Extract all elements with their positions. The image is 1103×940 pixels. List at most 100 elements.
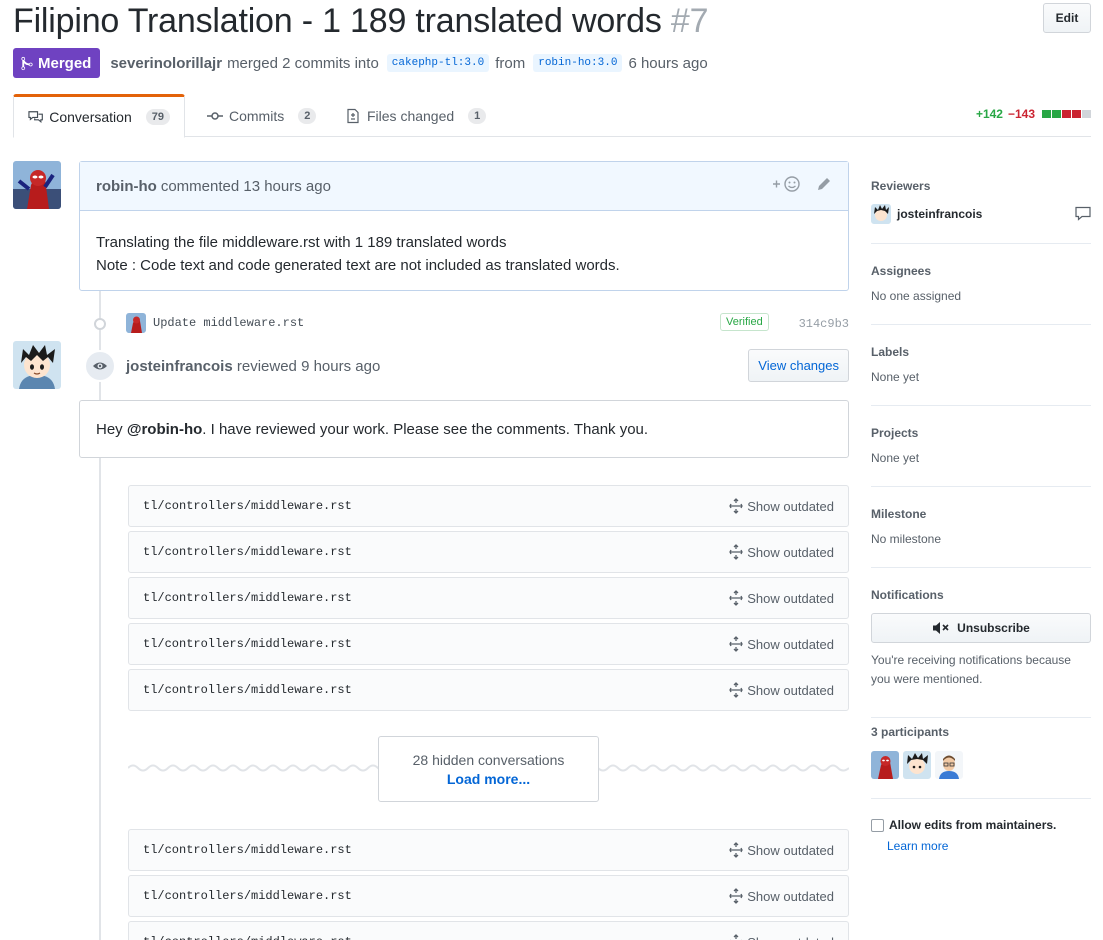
tab-commits-count: 2 [298, 107, 317, 124]
sidebar-divider [871, 324, 1091, 325]
reviewers-heading: Reviewers [871, 179, 931, 193]
sidebar-assignees: Assignees No one assigned [871, 264, 1091, 303]
unfold-icon [729, 682, 743, 698]
outdated-file-row: tl/controllers/middleware.rst Show outda… [128, 921, 849, 940]
sidebar-divider [871, 486, 1091, 487]
show-outdated-button[interactable]: Show outdated [729, 682, 834, 698]
file-path-link[interactable]: tl/controllers/middleware.rst [143, 545, 352, 559]
show-outdated-button[interactable]: Show outdated [729, 636, 834, 652]
show-outdated-label: Show outdated [747, 590, 834, 606]
unfold-icon [729, 590, 743, 606]
merge-time: 6 hours ago [628, 54, 708, 72]
show-outdated-button[interactable]: Show outdated [729, 842, 834, 858]
avatar-robin-ho[interactable] [13, 161, 61, 209]
edit-pencil-icon[interactable] [816, 176, 832, 196]
sidebar-allow-edits: Allow edits from maintainers. Learn more [871, 818, 1091, 853]
participant-avatar-severinolorillajr[interactable] [935, 751, 963, 779]
unfold-icon [729, 842, 743, 858]
head-branch[interactable]: robin-ho:3.0 [533, 54, 623, 72]
mention-link[interactable]: @robin-ho [127, 421, 202, 438]
participants-heading: 3 participants [871, 725, 950, 739]
sidebar-participants: 3 participants [871, 725, 1091, 779]
diffstat-deletions: −143 [1007, 107, 1035, 121]
sidebar-notifications: Notifications Unsubscribe You're receivi… [871, 588, 1091, 689]
outdated-file-row: tl/controllers/middleware.rst Show outda… [128, 531, 849, 573]
comment-body: Translating the file middleware.rst with… [80, 211, 848, 297]
milestone-heading[interactable]: Milestone [871, 507, 1091, 521]
pr-meta: Merged severinolorillajr merged 2 commit… [13, 48, 708, 78]
commit-author-avatar[interactable] [126, 313, 146, 333]
outdated-file-row: tl/controllers/middleware.rst Show outda… [128, 485, 849, 527]
diffstat-block [1042, 110, 1051, 118]
projects-heading[interactable]: Projects [871, 426, 1091, 440]
file-diff-icon [347, 108, 359, 123]
show-outdated-label: Show outdated [747, 544, 834, 560]
reviewer-name-link[interactable]: josteinfrancois [897, 207, 982, 221]
show-outdated-label: Show outdated [747, 498, 834, 514]
file-path-link[interactable]: tl/controllers/middleware.rst [143, 637, 352, 651]
avatar-josteinfrancois[interactable] [13, 341, 61, 389]
diffstat-block [1052, 110, 1061, 118]
edit-button[interactable]: Edit [1043, 3, 1091, 33]
learn-more-link[interactable]: Learn more [887, 839, 1091, 853]
show-outdated-button[interactable]: Show outdated [729, 544, 834, 560]
show-outdated-button[interactable]: Show outdated [729, 934, 834, 940]
load-more-button[interactable]: Load more... [447, 771, 530, 787]
unfold-icon [729, 636, 743, 652]
labels-heading[interactable]: Labels [871, 345, 1091, 359]
hidden-conversations: 28 hidden conversations Load more... [128, 736, 849, 802]
file-path-link[interactable]: tl/controllers/middleware.rst [143, 499, 352, 513]
show-outdated-label: Show outdated [747, 842, 834, 858]
commit-event: Update middleware.rst Verified 314c9b3 [79, 310, 849, 338]
comment-line-2: Note : Code text and code generated text… [96, 257, 620, 274]
commit-message-link[interactable]: Update middleware.rst [153, 316, 304, 330]
diffstat-additions: +142 [975, 107, 1003, 121]
participant-avatar-josteinfrancois[interactable] [903, 751, 931, 779]
allow-edits-label[interactable]: Allow edits from maintainers. [889, 818, 1056, 832]
file-path-link[interactable]: tl/controllers/middleware.rst [143, 843, 352, 857]
notifications-heading: Notifications [871, 588, 944, 602]
show-outdated-label: Show outdated [747, 636, 834, 652]
merge-author-link[interactable]: severinolorillajr [110, 55, 222, 72]
reviewer-avatar[interactable] [871, 204, 891, 224]
diffstat-blocks [1042, 110, 1091, 118]
view-changes-button[interactable]: View changes [748, 349, 849, 382]
base-branch[interactable]: cakephp-tl:3.0 [386, 54, 490, 72]
file-path-link[interactable]: tl/controllers/middleware.rst [143, 935, 352, 940]
show-outdated-button[interactable]: Show outdated [729, 888, 834, 904]
tab-commits[interactable]: Commits 2 [193, 94, 330, 137]
tab-conversation[interactable]: Conversation 79 [13, 94, 185, 138]
show-outdated-button[interactable]: Show outdated [729, 590, 834, 606]
unfold-icon [730, 934, 742, 940]
commit-sha-link[interactable]: 314c9b3 [799, 317, 849, 331]
verified-badge[interactable]: Verified [720, 313, 769, 331]
sidebar-labels: Labels None yet [871, 345, 1091, 384]
show-outdated-button[interactable]: Show outdated [729, 498, 834, 514]
outdated-file-row: tl/controllers/middleware.rst Show outda… [128, 829, 849, 871]
allow-edits-checkbox[interactable] [871, 819, 884, 832]
load-more-box: 28 hidden conversations Load more... [378, 736, 599, 802]
comment-time: commented 13 hours ago [160, 177, 331, 195]
file-path-link[interactable]: tl/controllers/middleware.rst [143, 683, 352, 697]
tab-files-changed[interactable]: Files changed 1 [331, 94, 500, 137]
participant-avatar-robin-ho[interactable] [871, 751, 899, 779]
sidebar-divider [871, 567, 1091, 568]
diffstat-block [1072, 110, 1081, 118]
comment-author-link[interactable]: robin-ho [96, 178, 157, 195]
unfold-icon [729, 888, 743, 904]
diffstat: +142 −143 [976, 107, 1091, 121]
merged-badge: Merged [13, 48, 101, 78]
sidebar-milestone: Milestone No milestone [871, 507, 1091, 546]
reviewer-link[interactable]: josteinfrancois [126, 358, 233, 375]
assignees-heading[interactable]: Assignees [871, 264, 1091, 278]
file-path-link[interactable]: tl/controllers/middleware.rst [143, 591, 352, 605]
show-outdated-label: Show outdated [747, 682, 834, 698]
file-path-link[interactable]: tl/controllers/middleware.rst [143, 889, 352, 903]
projects-value: None yet [871, 451, 920, 465]
pr-tabs: Conversation 79 Commits 2 Files changed … [13, 94, 1091, 138]
outdated-file-row: tl/controllers/middleware.rst Show outda… [128, 623, 849, 665]
outdated-file-row: tl/controllers/middleware.rst Show outda… [128, 669, 849, 711]
outdated-file-row: tl/controllers/middleware.rst Show outda… [128, 577, 849, 619]
unsubscribe-button[interactable]: Unsubscribe [871, 613, 1091, 643]
add-reaction-icon[interactable] [772, 175, 802, 197]
